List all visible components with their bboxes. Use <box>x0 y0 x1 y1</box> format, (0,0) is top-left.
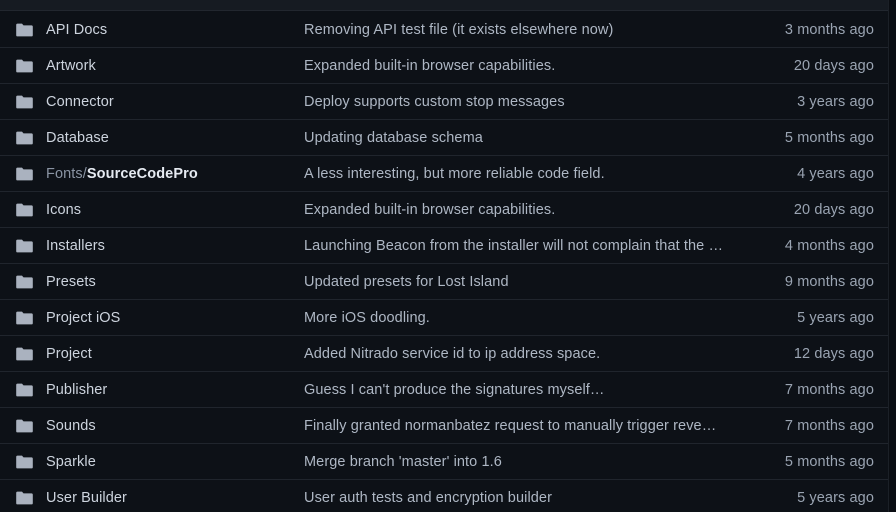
folder-icon-cell <box>0 491 46 505</box>
scrolled-row-sliver <box>0 0 888 11</box>
file-browser-window: API Docs Removing API test file (it exist… <box>0 0 896 512</box>
file-name[interactable]: Project <box>46 346 304 362</box>
folder-icon-cell <box>0 455 46 469</box>
table-row[interactable]: Sparkle Merge branch 'master' into 1.6 5 m… <box>0 444 888 480</box>
folder-icon <box>15 239 33 252</box>
folder-icon-cell <box>0 167 46 181</box>
file-name[interactable]: User Builder <box>46 490 304 506</box>
folder-icon <box>15 311 33 324</box>
table-row[interactable]: User Builder User auth tests and encrypti… <box>0 480 888 512</box>
table-row[interactable]: API Docs Removing API test file (it exist… <box>0 12 888 48</box>
folder-icon-cell <box>0 275 46 289</box>
folder-icon <box>15 275 33 288</box>
folder-icon-cell <box>0 131 46 145</box>
folder-icon-cell <box>0 59 46 73</box>
commit-time: 5 years ago <box>797 489 874 506</box>
commit-time: 5 months ago <box>784 129 874 146</box>
folder-icon-cell <box>0 383 46 397</box>
file-name-prefix: Fonts/ <box>46 165 87 182</box>
file-name[interactable]: Artwork <box>46 58 304 74</box>
commit-message[interactable]: More iOS doodling. <box>304 310 738 326</box>
commit-message[interactable]: Finally granted normanbatez request to m… <box>304 418 738 434</box>
folder-icon <box>15 167 33 180</box>
commit-time: 4 months ago <box>784 237 874 254</box>
folder-icon <box>15 23 33 36</box>
file-list[interactable]: API Docs Removing API test file (it exist… <box>0 12 888 512</box>
commit-message[interactable]: A less interesting, but more reliable co… <box>304 166 738 182</box>
commit-time: 7 months ago <box>784 417 874 434</box>
commit-message[interactable]: Updated presets for Lost Island <box>304 274 738 290</box>
file-name[interactable]: Installers <box>46 238 304 254</box>
folder-icon-cell <box>0 419 46 433</box>
folder-icon-cell <box>0 95 46 109</box>
commit-message[interactable]: Removing API test file (it exists elsewh… <box>304 22 738 38</box>
folder-icon <box>15 131 33 144</box>
folder-icon-cell <box>0 239 46 253</box>
folder-icon-cell <box>0 203 46 217</box>
folder-icon-cell <box>0 23 46 37</box>
commit-time: 12 days ago <box>793 345 874 362</box>
commit-time: 5 years ago <box>797 309 874 326</box>
folder-icon <box>15 203 33 216</box>
commit-message[interactable]: Added Nitrado service id to ip address s… <box>304 346 738 362</box>
folder-icon <box>15 419 33 432</box>
folder-icon <box>15 455 33 468</box>
file-name[interactable]: Connector <box>46 94 304 110</box>
file-name[interactable]: Fonts/SourceCodePro <box>46 166 304 182</box>
commit-time: 9 months ago <box>784 273 874 290</box>
commit-message[interactable]: Updating database schema <box>304 130 738 146</box>
folder-icon <box>15 59 33 72</box>
file-name[interactable]: Publisher <box>46 382 304 398</box>
table-row[interactable]: Project Added Nitrado service id to ip ad… <box>0 336 888 372</box>
table-row[interactable]: Icons Expanded built-in browser capabilit… <box>0 192 888 228</box>
table-row[interactable]: Database Updating database schema 5 months… <box>0 120 888 156</box>
commit-time: 3 years ago <box>797 93 874 110</box>
table-row[interactable]: Presets Updated presets for Lost Island 9 … <box>0 264 888 300</box>
file-name[interactable]: Icons <box>46 202 304 218</box>
window-right-gutter <box>888 0 896 512</box>
table-row[interactable]: Connector Deploy supports custom stop mes… <box>0 84 888 120</box>
table-row[interactable]: Publisher Guess I can't produce the signa… <box>0 372 888 408</box>
folder-icon <box>15 491 33 504</box>
commit-time: 5 months ago <box>784 453 874 470</box>
folder-icon <box>15 347 33 360</box>
folder-icon <box>15 95 33 108</box>
table-row[interactable]: Sounds Finally granted normanbatez reques… <box>0 408 888 444</box>
commit-message[interactable]: Merge branch 'master' into 1.6 <box>304 454 738 470</box>
file-name[interactable]: Sounds <box>46 418 304 434</box>
file-name[interactable]: API Docs <box>46 22 304 38</box>
table-row[interactable]: Artwork Expanded built-in browser capabil… <box>0 48 888 84</box>
folder-icon <box>15 383 33 396</box>
table-row[interactable]: Project iOS More iOS doodling. 5 years ago <box>0 300 888 336</box>
commit-message[interactable]: Expanded built-in browser capabilities. <box>304 58 738 74</box>
folder-icon-cell <box>0 311 46 325</box>
commit-time: 20 days ago <box>793 201 874 218</box>
commit-message[interactable]: Guess I can't produce the signatures mys… <box>304 382 738 398</box>
file-name-leaf: SourceCodePro <box>86 165 198 182</box>
commit-message[interactable]: Expanded built-in browser capabilities. <box>304 202 738 218</box>
commit-message[interactable]: User auth tests and encryption builder <box>304 490 738 506</box>
commit-time: 3 months ago <box>784 21 874 38</box>
commit-message[interactable]: Deploy supports custom stop messages <box>304 94 738 110</box>
file-name[interactable]: Project iOS <box>46 310 304 326</box>
commit-time: 4 years ago <box>797 165 874 182</box>
table-row[interactable]: Fonts/SourceCodePro A less interesting, b… <box>0 156 888 192</box>
table-row[interactable]: Installers Launching Beacon from the inst… <box>0 228 888 264</box>
file-name[interactable]: Database <box>46 130 304 146</box>
file-name[interactable]: Sparkle <box>46 454 304 470</box>
commit-message[interactable]: Launching Beacon from the installer will… <box>304 238 738 254</box>
commit-time: 7 months ago <box>784 381 874 398</box>
file-name[interactable]: Presets <box>46 274 304 290</box>
commit-time: 20 days ago <box>793 57 874 74</box>
folder-icon-cell <box>0 347 46 361</box>
